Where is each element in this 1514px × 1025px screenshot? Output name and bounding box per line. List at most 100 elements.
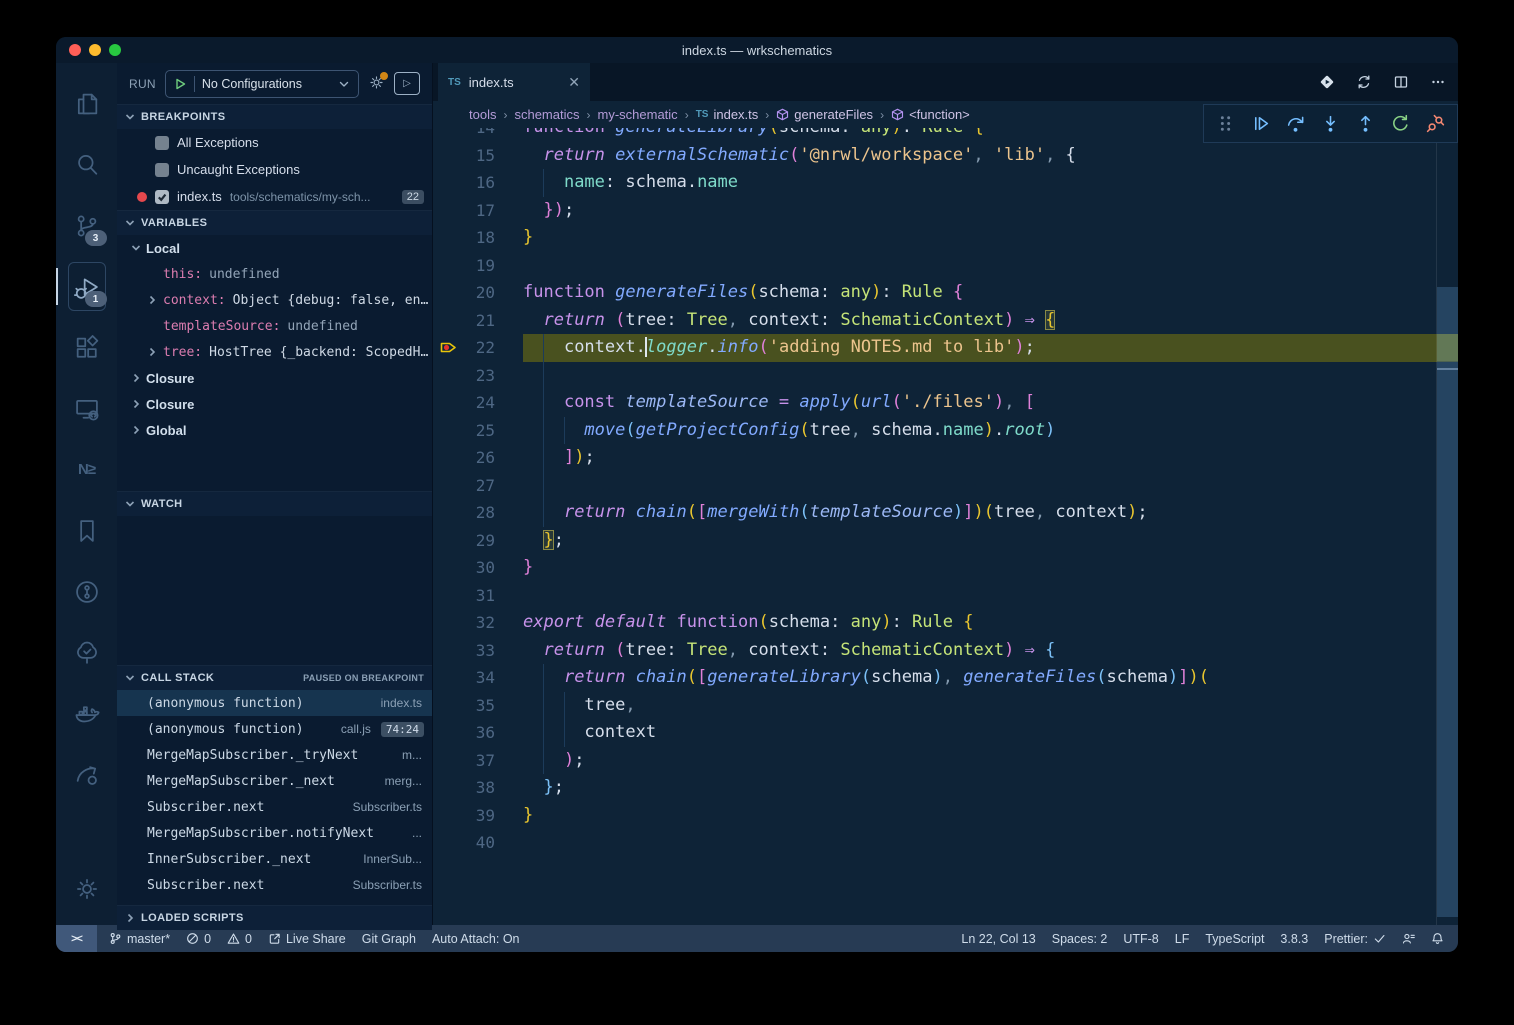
breakpoint-gutter[interactable] bbox=[433, 142, 463, 170]
breadcrumb-item-6[interactable]: <function> bbox=[891, 107, 970, 122]
call-stack-frame[interactable]: MergeMapSubscriber._nextmerg... bbox=[117, 768, 432, 794]
variable-scope-global[interactable]: Global bbox=[117, 417, 432, 443]
breakpoint-gutter[interactable] bbox=[433, 307, 463, 335]
breakpoint-row[interactable]: All Exceptions bbox=[117, 129, 432, 156]
split-editor-icon[interactable] bbox=[1393, 74, 1409, 90]
sidebar-item-settings[interactable] bbox=[63, 858, 111, 919]
restart-button[interactable] bbox=[1387, 111, 1413, 137]
sidebar-item-nx-console[interactable]: N≥ bbox=[63, 439, 111, 500]
call-stack-frame[interactable]: (anonymous function)index.ts bbox=[117, 690, 432, 716]
sidebar-item-remote-explorer[interactable] bbox=[63, 378, 111, 439]
variable-row[interactable]: tree:HostTree {_backend: ScopedH… bbox=[117, 339, 432, 365]
breadcrumb-item-2[interactable]: schematics bbox=[514, 107, 579, 122]
breakpoint-gutter[interactable] bbox=[433, 252, 463, 280]
call-stack-frame[interactable]: MergeMapSubscriber.notifyNext... bbox=[117, 820, 432, 846]
breakpoint-gutter[interactable] bbox=[433, 582, 463, 610]
status-item-notifications[interactable] bbox=[1431, 932, 1444, 945]
sidebar-item-explorer[interactable] bbox=[63, 73, 111, 134]
watch-header[interactable]: WATCH bbox=[117, 491, 432, 516]
breakpoint-gutter[interactable] bbox=[433, 719, 463, 747]
breakpoint-gutter[interactable] bbox=[433, 527, 463, 555]
breakpoint-gutter[interactable] bbox=[433, 609, 463, 637]
disconnect-button[interactable] bbox=[1422, 111, 1448, 137]
status-item-eol[interactable]: LF bbox=[1175, 932, 1190, 946]
status-item-language-mode[interactable]: TypeScript bbox=[1205, 932, 1264, 946]
zoom-window-button[interactable] bbox=[109, 44, 121, 56]
continue-button[interactable] bbox=[1248, 111, 1274, 137]
breakpoint-gutter[interactable] bbox=[433, 128, 463, 142]
variable-scope-closure[interactable]: Closure bbox=[117, 391, 432, 417]
code-editor[interactable]: 14function generateLibrary(schema: any):… bbox=[433, 128, 1458, 925]
breakpoint-gutter[interactable] bbox=[433, 499, 463, 527]
sidebar-item-run-debug[interactable]: 1 bbox=[63, 256, 111, 317]
variable-scope-closure[interactable]: Closure bbox=[117, 365, 432, 391]
drag-handle-button[interactable] bbox=[1213, 111, 1239, 137]
variable-row[interactable]: templateSource:undefined bbox=[117, 313, 432, 339]
breakpoints-header[interactable]: BREAKPOINTS bbox=[117, 104, 432, 129]
run-or-debug-icon[interactable] bbox=[1319, 74, 1335, 90]
breadcrumb-item-1[interactable]: tools bbox=[469, 107, 496, 122]
breakpoint-gutter[interactable] bbox=[433, 417, 463, 445]
debug-settings-gear-icon[interactable] bbox=[368, 74, 385, 94]
breakpoint-gutter[interactable] bbox=[433, 362, 463, 390]
tab-index-ts[interactable]: TS index.ts ✕ bbox=[438, 63, 590, 101]
status-item-errors[interactable]: 0 bbox=[186, 932, 211, 946]
breakpoint-gutter[interactable] bbox=[433, 637, 463, 665]
editor-scrollbar[interactable] bbox=[1436, 128, 1458, 925]
call-stack-frame[interactable]: Subscriber.nextSubscriber.ts bbox=[117, 872, 432, 898]
status-item-encoding[interactable]: UTF-8 bbox=[1123, 932, 1158, 946]
breakpoint-gutter[interactable] bbox=[433, 554, 463, 582]
status-item-auto-attach[interactable]: Auto Attach: On bbox=[432, 932, 520, 946]
paused-breakpoint-icon[interactable] bbox=[433, 334, 463, 362]
breakpoint-gutter[interactable] bbox=[433, 664, 463, 692]
breakpoint-gutter[interactable] bbox=[433, 389, 463, 417]
breakpoint-gutter[interactable] bbox=[433, 444, 463, 472]
breakpoint-gutter[interactable] bbox=[433, 472, 463, 500]
status-item-warnings[interactable]: 0 bbox=[227, 932, 252, 946]
breakpoint-gutter[interactable] bbox=[433, 802, 463, 830]
status-item-feedback[interactable] bbox=[1402, 932, 1415, 945]
breakpoint-gutter[interactable] bbox=[433, 774, 463, 802]
step-into-button[interactable] bbox=[1318, 111, 1344, 137]
breakpoint-gutter[interactable] bbox=[433, 692, 463, 720]
start-debug-icon[interactable] bbox=[173, 77, 187, 91]
status-item-cursor-position[interactable]: Ln 22, Col 13 bbox=[961, 932, 1035, 946]
variable-scope-local[interactable]: Local bbox=[117, 235, 432, 261]
sidebar-item-testing[interactable] bbox=[63, 622, 111, 683]
breadcrumb-item-3[interactable]: my-schematic bbox=[598, 107, 678, 122]
sidebar-item-extensions[interactable] bbox=[63, 317, 111, 378]
loaded-scripts-header[interactable]: LOADED SCRIPTS bbox=[117, 905, 432, 930]
sidebar-item-docker[interactable] bbox=[63, 683, 111, 744]
breakpoint-row[interactable]: Uncaught Exceptions bbox=[117, 156, 432, 183]
call-stack-frame[interactable]: (anonymous function)call.js74:24 bbox=[117, 716, 432, 742]
sidebar-item-timeline[interactable] bbox=[63, 561, 111, 622]
sidebar-item-search[interactable] bbox=[63, 134, 111, 195]
breakpoint-gutter[interactable] bbox=[433, 224, 463, 252]
status-item-prettier[interactable]: Prettier: bbox=[1324, 932, 1386, 946]
step-over-button[interactable] bbox=[1283, 111, 1309, 137]
variables-header[interactable]: VARIABLES bbox=[117, 210, 432, 235]
variable-row[interactable]: this:undefined bbox=[117, 261, 432, 287]
sidebar-item-bookmarks[interactable] bbox=[63, 500, 111, 561]
sidebar-item-live-share[interactable] bbox=[63, 744, 111, 805]
status-item-git-graph[interactable]: Git Graph bbox=[362, 932, 416, 946]
scrollbar-thumb[interactable] bbox=[1437, 287, 1458, 917]
breakpoint-gutter[interactable] bbox=[433, 747, 463, 775]
call-stack-frame[interactable]: Subscriber.nextSubscriber.ts bbox=[117, 794, 432, 820]
breakpoint-gutter[interactable] bbox=[433, 279, 463, 307]
sidebar-item-source-control[interactable]: 3 bbox=[63, 195, 111, 256]
step-out-button[interactable] bbox=[1352, 111, 1378, 137]
breakpoint-checkbox[interactable] bbox=[155, 163, 169, 177]
call-stack-frame[interactable]: MergeMapSubscriber._tryNextm... bbox=[117, 742, 432, 768]
breakpoint-gutter[interactable] bbox=[433, 197, 463, 225]
variable-row[interactable]: context:Object {debug: false, en… bbox=[117, 287, 432, 313]
breadcrumb-item-5[interactable]: generateFiles bbox=[776, 107, 873, 122]
status-item-indentation[interactable]: Spaces: 2 bbox=[1052, 932, 1108, 946]
call-stack-frame[interactable]: InnerSubscriber._nextInnerSub... bbox=[117, 846, 432, 872]
breakpoint-row[interactable]: index.tstools/schematics/my-sch...22 bbox=[117, 183, 432, 210]
status-item-ts-version[interactable]: 3.8.3 bbox=[1280, 932, 1308, 946]
breakpoint-checkbox[interactable] bbox=[155, 136, 169, 150]
close-window-button[interactable] bbox=[69, 44, 81, 56]
breakpoint-gutter[interactable] bbox=[433, 169, 463, 197]
close-tab-icon[interactable]: ✕ bbox=[568, 74, 580, 91]
